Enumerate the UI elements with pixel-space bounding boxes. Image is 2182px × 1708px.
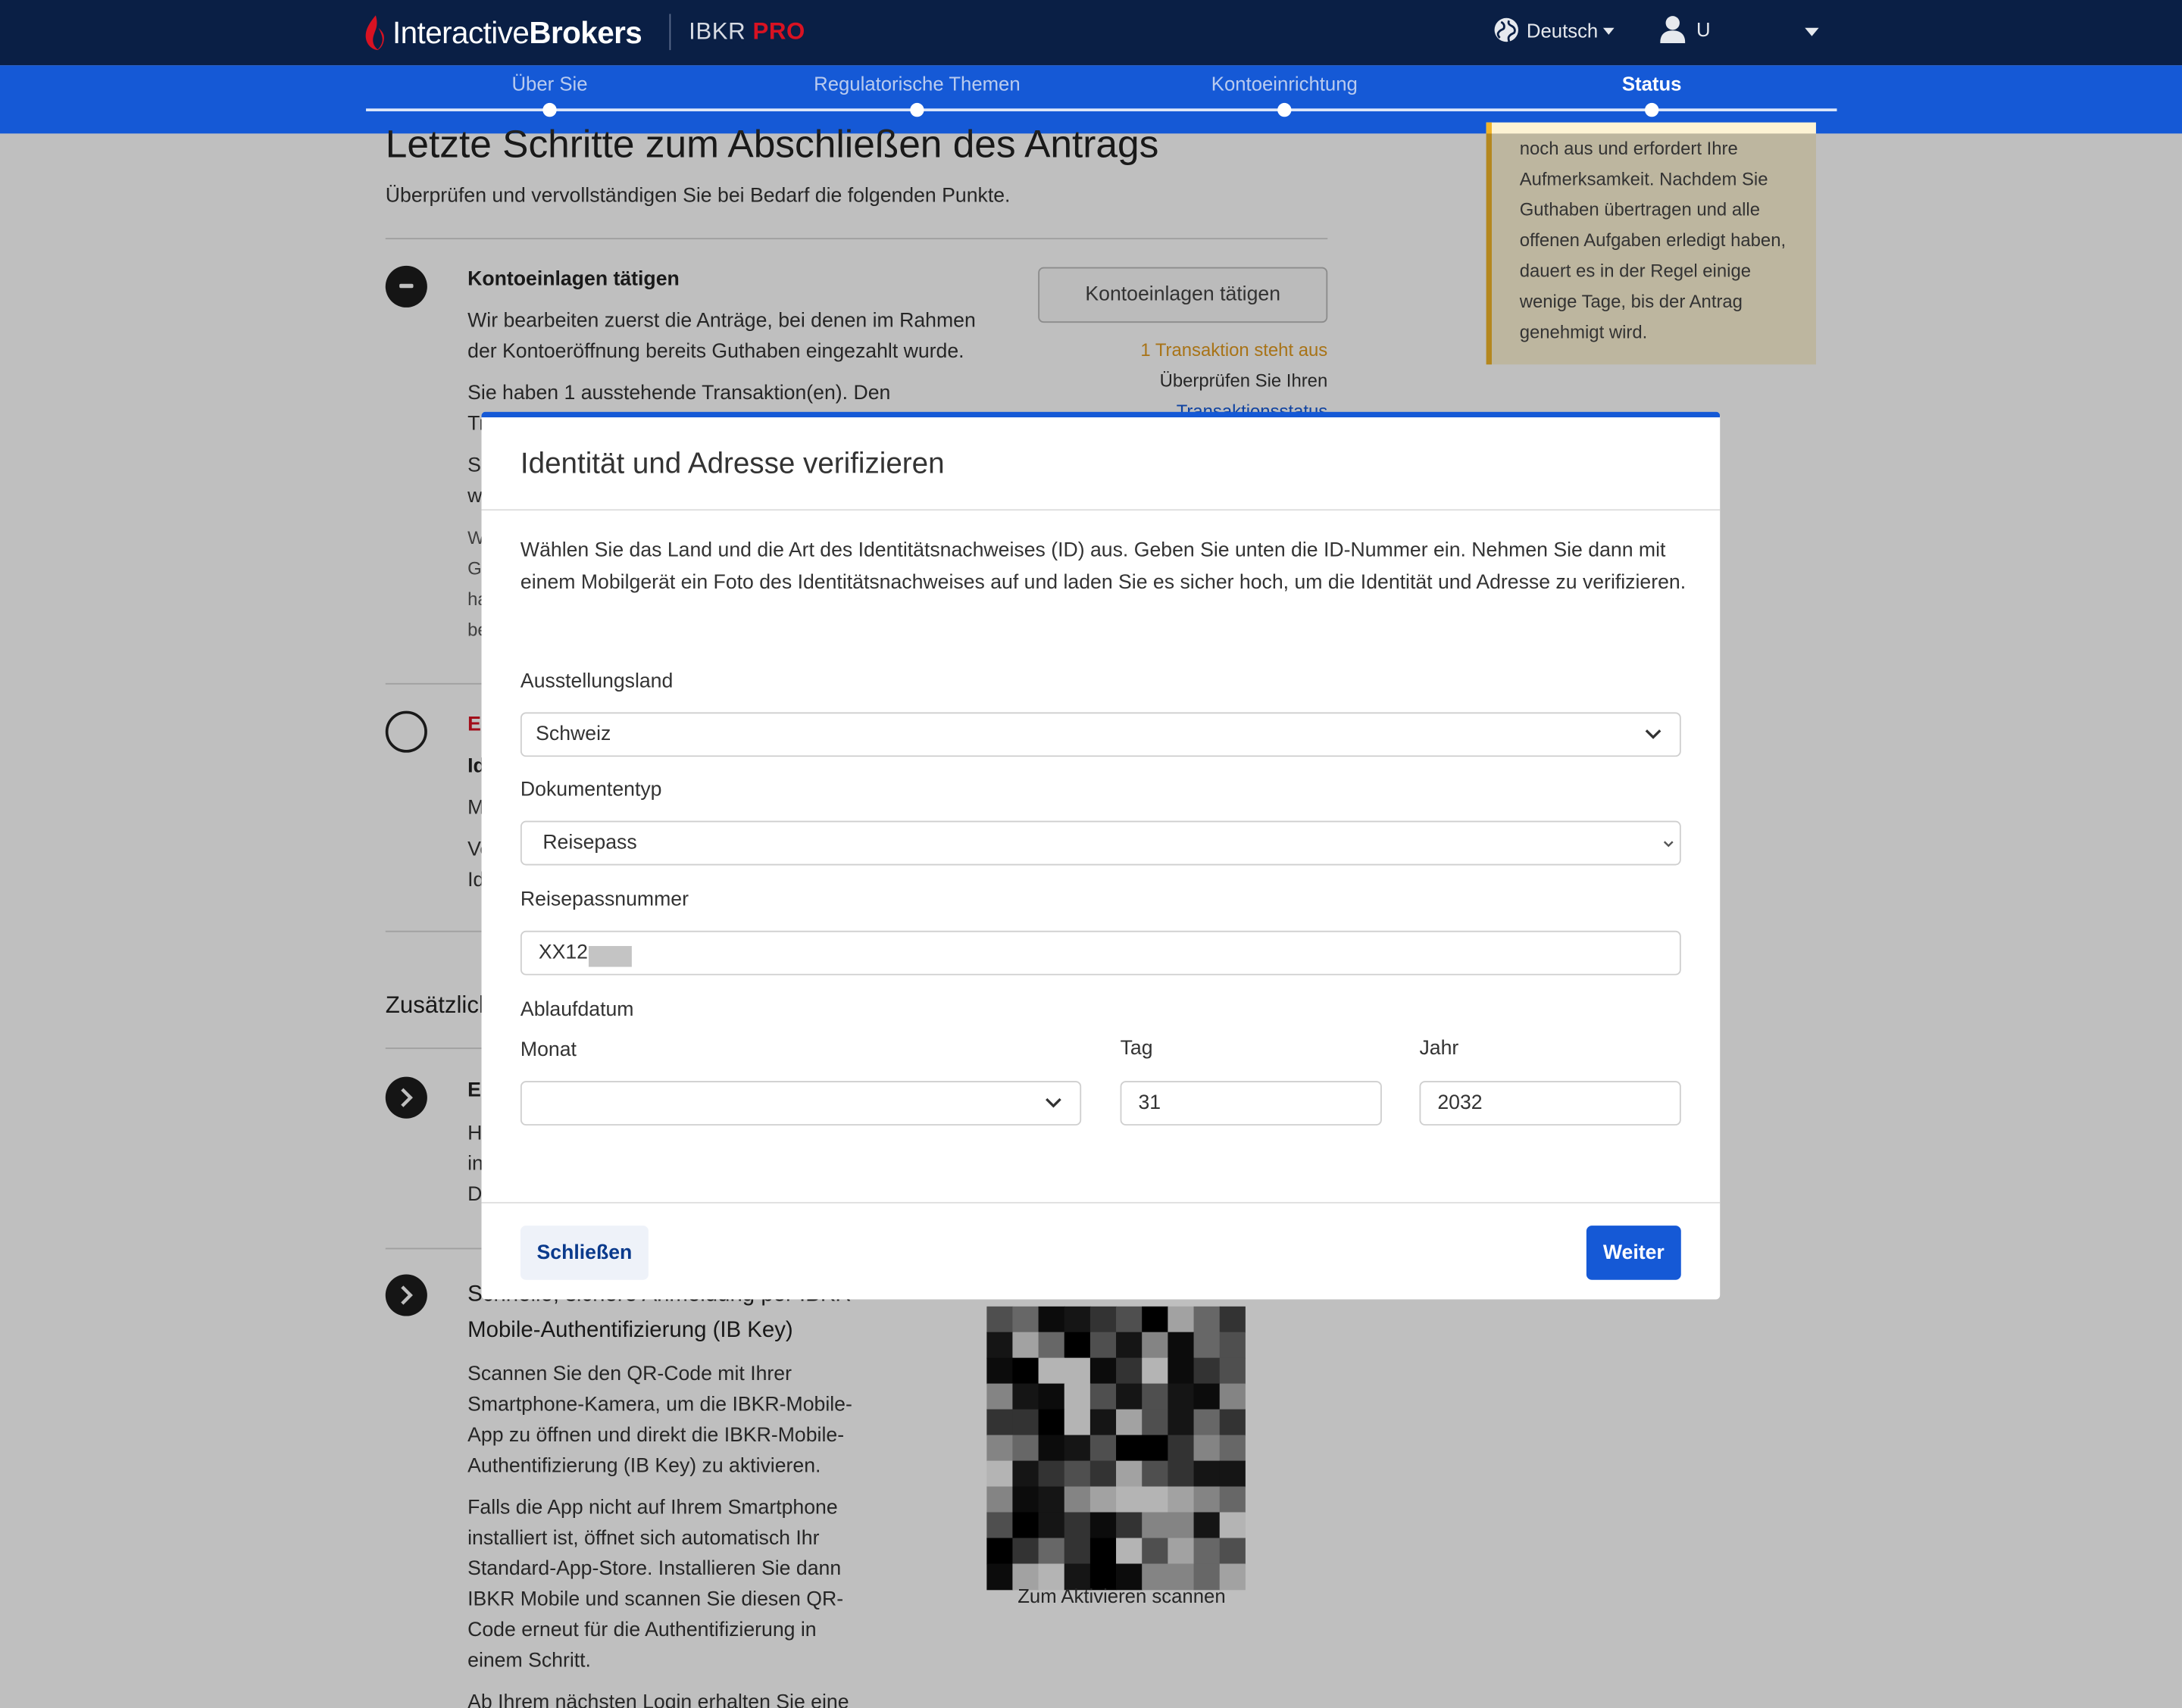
product-name: IBKR PRO bbox=[689, 18, 805, 46]
user-icon bbox=[1660, 16, 1686, 43]
year-label: Jahr bbox=[1419, 1038, 1459, 1060]
next-button[interactable]: Weiter bbox=[1586, 1226, 1681, 1280]
step-about-you[interactable]: Über Sie bbox=[511, 73, 587, 95]
app-stage: InteractiveBrokers IBKR PRO Deutsch U Üb… bbox=[0, 0, 2182, 1708]
document-type-selected-value: Reisepass bbox=[542, 832, 637, 854]
globe-icon bbox=[1494, 17, 1518, 42]
country-select[interactable]: Schweiz bbox=[520, 712, 1681, 757]
chevron-down-icon bbox=[1046, 1098, 1061, 1108]
step-regulatory-topics[interactable]: Regulatorische Themen bbox=[814, 73, 1021, 95]
step-status[interactable]: Status bbox=[1622, 73, 1682, 95]
logo-text-regular: Interactive bbox=[392, 15, 530, 51]
modal-header-divider bbox=[481, 509, 1721, 511]
step-dot bbox=[1645, 102, 1659, 117]
redacted-mask bbox=[589, 945, 633, 966]
passport-number-value: XX12 bbox=[538, 941, 588, 964]
interactive-brokers-logo[interactable]: InteractiveBrokers bbox=[364, 10, 642, 57]
user-name: U bbox=[1696, 17, 1711, 41]
day-label: Tag bbox=[1120, 1038, 1153, 1060]
chevron-down-icon bbox=[1663, 841, 1674, 848]
step-dot bbox=[542, 102, 557, 117]
modal-description: Wählen Sie das Land und die Art des Iden… bbox=[520, 539, 1687, 594]
day-value: 31 bbox=[1138, 1091, 1161, 1115]
top-navigation-bar: InteractiveBrokers IBKR PRO Deutsch U bbox=[0, 0, 2182, 66]
product-pro: PRO bbox=[752, 17, 805, 45]
passport-number-label: Reisepassnummer bbox=[520, 888, 689, 912]
close-button[interactable]: Schließen bbox=[520, 1226, 649, 1280]
chevron-down-icon bbox=[1603, 27, 1615, 34]
language-label: Deutsch bbox=[1526, 18, 1599, 42]
year-value: 2032 bbox=[1437, 1091, 1483, 1115]
flame-logo-icon bbox=[365, 15, 384, 51]
modal-footer-divider bbox=[481, 1201, 1721, 1204]
passport-number-input[interactable]: XX12 bbox=[520, 930, 1681, 976]
step-dot bbox=[910, 102, 924, 117]
year-input[interactable]: 2032 bbox=[1419, 1081, 1681, 1126]
progress-line bbox=[366, 108, 1837, 111]
document-type-select[interactable]: Reisepass bbox=[520, 820, 1681, 866]
language-selector[interactable]: Deutsch bbox=[1493, 17, 1615, 43]
step-account-setup[interactable]: Kontoeinrichtung bbox=[1211, 73, 1358, 95]
expiry-date-label: Ablaufdatum bbox=[520, 998, 634, 1022]
logo-text-bold: Brokers bbox=[529, 15, 642, 51]
chevron-down-icon bbox=[1645, 729, 1662, 739]
logo-divider bbox=[669, 14, 671, 51]
step-dot bbox=[1277, 102, 1292, 117]
user-menu[interactable]: U bbox=[1660, 15, 1711, 43]
country-selected-value: Schweiz bbox=[536, 723, 611, 746]
product-ibkr: IBKR bbox=[689, 17, 746, 45]
verify-identity-modal: Identität und Adresse verifizieren Wähle… bbox=[481, 411, 1721, 1300]
month-select[interactable] bbox=[520, 1081, 1082, 1126]
day-input[interactable]: 31 bbox=[1120, 1081, 1382, 1126]
country-label: Ausstellungsland bbox=[520, 670, 674, 693]
month-label: Monat bbox=[520, 1039, 577, 1062]
modal-title: Identität und Adresse verifizieren bbox=[520, 448, 945, 480]
user-menu-chevron-icon[interactable] bbox=[1805, 27, 1819, 36]
document-type-label: Dokumententyp bbox=[520, 779, 662, 801]
